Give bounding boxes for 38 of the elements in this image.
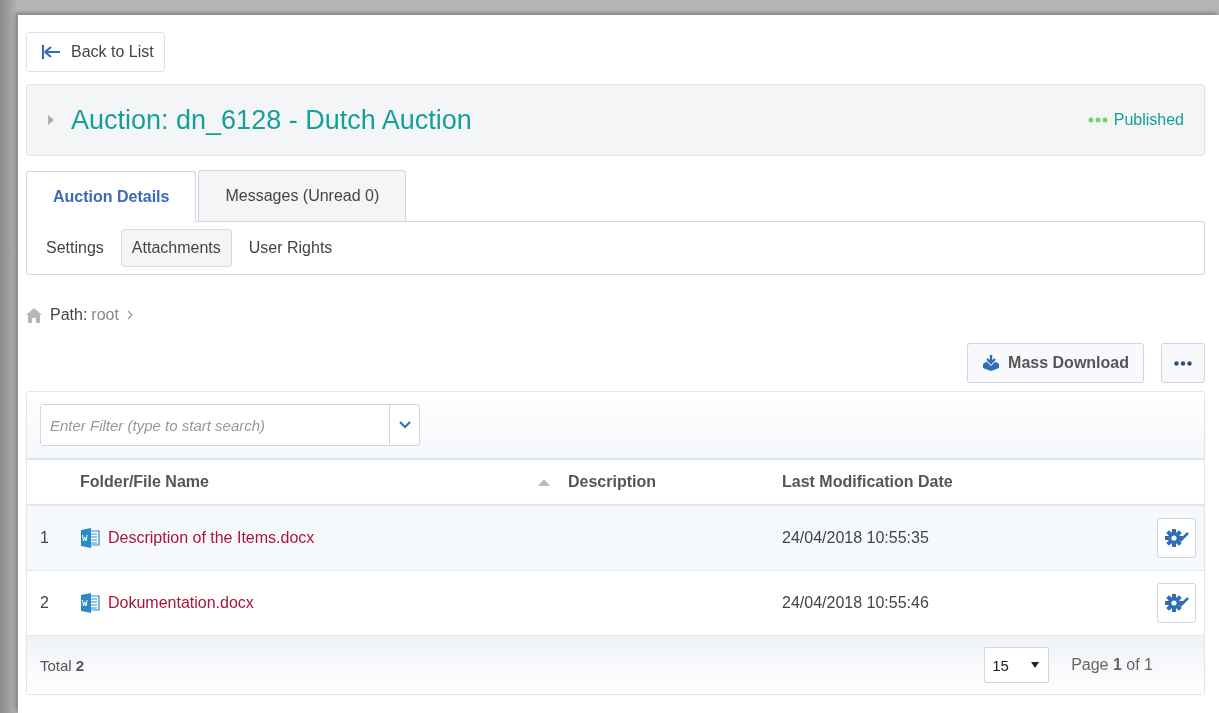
column-header[interactable]: Last Modification Date [782,473,953,490]
filter-field[interactable]: Enter Filter (type to start search) [40,404,420,446]
chevron-right-icon [126,310,133,320]
word-document-icon [80,528,100,548]
auction-title: Auction: dn_6128 - Dutch Auction [71,104,472,136]
column-header[interactable]: Description [568,473,656,490]
dropdown-triangle-icon [1031,662,1040,668]
table-cell: 24/04/2018 10:55:46 [782,594,929,611]
settings-button[interactable] [1157,583,1196,623]
mass-download-button[interactable]: Mass Download [967,343,1144,383]
gear-icon [1163,593,1190,613]
ellipsis-icon [1174,360,1192,366]
file-link[interactable]: Description of the Items.docx [108,529,315,547]
more-options-button[interactable] [1161,343,1205,383]
download-tray-icon [982,355,1001,371]
settings-button[interactable] [1157,518,1196,558]
breadcrumb-link[interactable]: root [91,306,119,324]
chevron-down-icon[interactable] [398,421,411,429]
page-indicator: Page 1 of 1 [1071,656,1153,674]
back-to-list-button[interactable]: Back to List [26,32,165,72]
word-document-icon [80,593,100,613]
gear-icon [1163,528,1190,548]
back-arrow-icon [41,44,61,60]
table-cell: 24/04/2018 10:55:35 [782,529,929,546]
tab[interactable]: Auction Details [26,171,197,222]
subtab[interactable]: User Rights [237,229,344,267]
row-number: 1 [39,529,50,547]
column-header[interactable]: Folder/File Name [80,473,209,491]
page-size-dropdown[interactable]: 15 [984,647,1050,683]
tab[interactable]: Messages (Unread 0) [198,170,407,221]
total-count: Total 2 [40,656,85,674]
home-icon [26,307,42,323]
subtab[interactable]: Settings [35,229,115,267]
path-label: Path: [50,306,88,324]
file-link[interactable]: Dokumentation.docx [108,594,254,612]
subtab[interactable]: Attachments [120,229,232,267]
status-label: Published [1113,111,1184,129]
row-number: 2 [39,594,50,612]
